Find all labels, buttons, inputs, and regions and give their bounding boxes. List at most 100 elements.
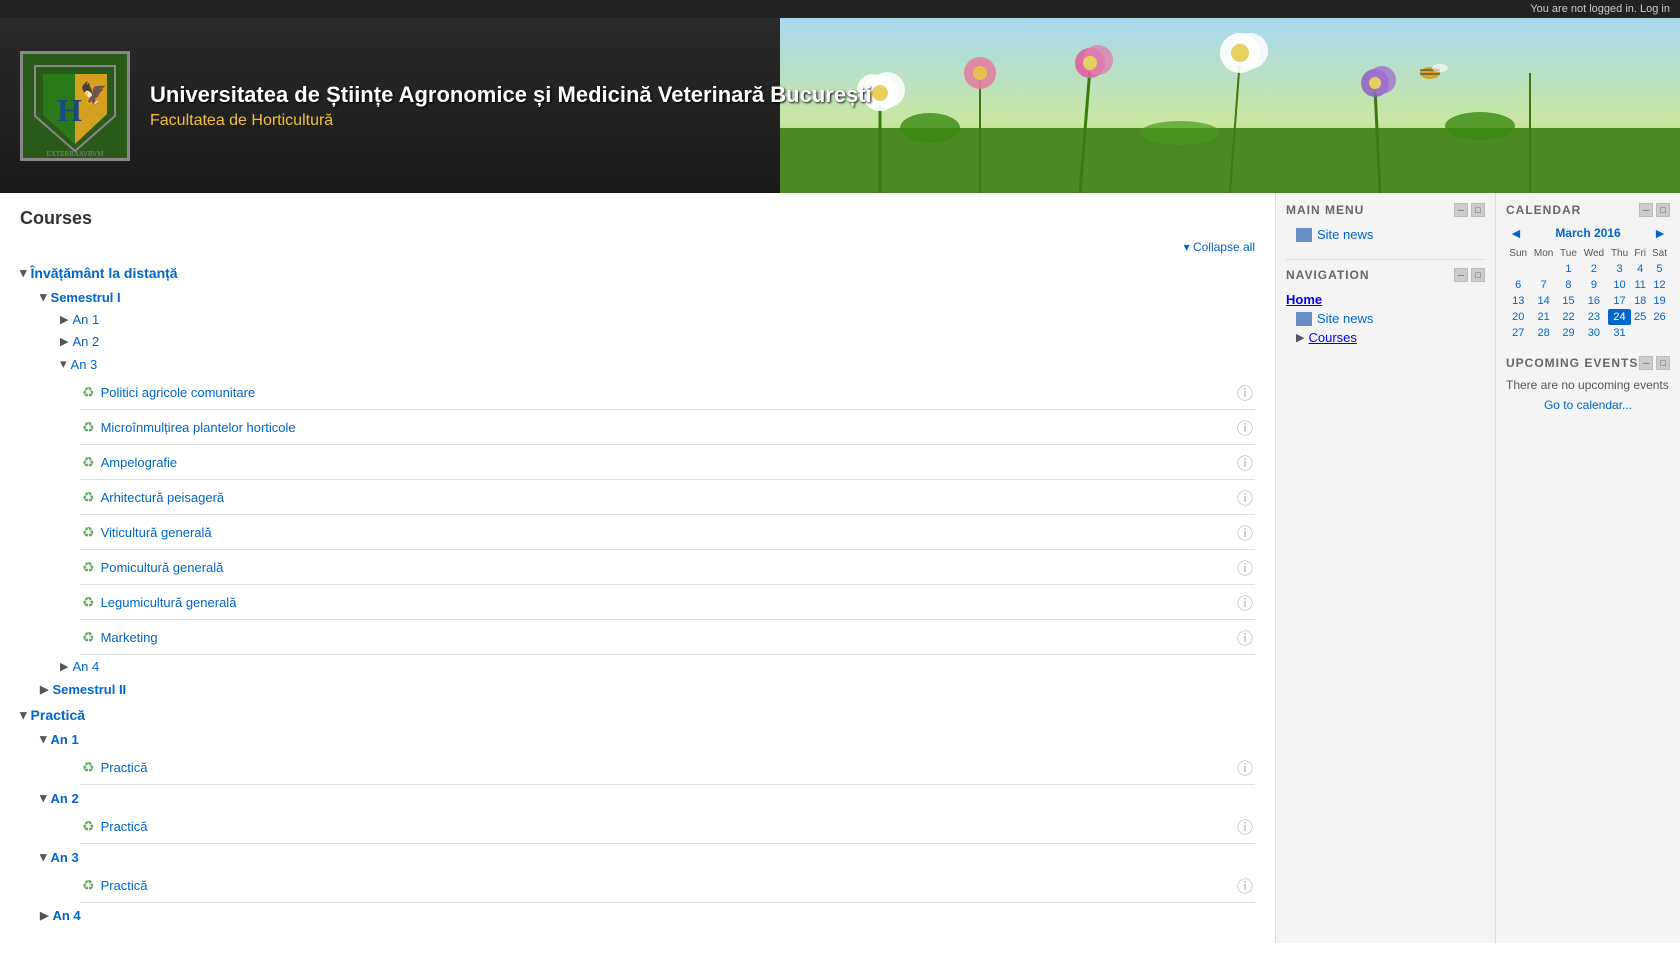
main-menu-site-news-link[interactable]: Site news [1317,227,1373,242]
toggle-practica-an1[interactable] [40,731,47,747]
toggle-sem1[interactable] [40,289,47,305]
course-link-pomicultura[interactable]: Pomicultură generală [101,560,1237,575]
upcoming-minimize-btn[interactable]: ─ [1639,356,1653,370]
practica-an2-link[interactable]: An 2 [51,791,79,806]
course-link-legumicultura[interactable]: Legumicultură generală [101,595,1237,610]
course-link-viticultura[interactable]: Viticultură generală [101,525,1237,540]
tree-item-semestrul1[interactable]: Semestrul I [40,286,1255,308]
toggle-practica-an3[interactable] [40,849,47,865]
cal-day-16[interactable]: 16 [1580,293,1608,309]
cal-day-23[interactable]: 23 [1580,309,1608,325]
toggle-practica-an2[interactable] [40,790,47,806]
course-info-legumicultura[interactable]: ⓘ [1237,590,1253,614]
course-info-practica-an1[interactable]: ⓘ [1237,755,1253,779]
invatamant-link[interactable]: Învățământ la distanță [31,265,178,281]
nav-minimize-btn[interactable]: ─ [1454,268,1468,282]
cal-day-10[interactable]: 10 [1608,277,1632,293]
tree-item-practica-an4[interactable]: An 4 [40,905,1255,926]
go-to-calendar-link[interactable]: Go to calendar... [1506,398,1670,412]
nav-home-link[interactable]: Home [1286,292,1322,307]
upcoming-expand-btn[interactable]: □ [1656,356,1670,370]
sem2-link[interactable]: Semestrul II [52,682,126,697]
main-menu-minimize-btn[interactable]: ─ [1454,203,1468,217]
course-link-politici[interactable]: Politici agricole comunitare [101,385,1237,400]
nav-courses-link[interactable]: Courses [1308,330,1356,345]
toggle-practica-an4[interactable] [40,909,48,922]
course-link-micro[interactable]: Microînmulțirea plantelor horticole [101,420,1237,435]
course-info-marketing[interactable]: ⓘ [1237,625,1253,649]
practica-an4-link[interactable]: An 4 [52,908,80,923]
cal-day-8[interactable]: 8 [1557,277,1580,293]
nav-courses-item[interactable]: Courses [1286,328,1485,347]
toggle-invatamant[interactable] [20,265,27,281]
course-link-practica-an1[interactable]: Practică [101,760,1237,775]
course-info-viticultura[interactable]: ⓘ [1237,520,1253,544]
cal-day-18[interactable]: 18 [1631,293,1649,309]
cal-day-4[interactable]: 4 [1631,261,1649,277]
course-link-practica-an2[interactable]: Practică [101,819,1237,834]
tree-item-practica[interactable]: Practică [20,704,1255,726]
cal-day-2[interactable]: 2 [1580,261,1608,277]
cal-day-12[interactable]: 12 [1649,277,1670,293]
an4-sem1-link[interactable]: An 4 [72,659,99,674]
practica-an1-link[interactable]: An 1 [51,732,79,747]
course-info-micro[interactable]: ⓘ [1237,415,1253,439]
tree-item-practica-an3[interactable]: An 3 [40,846,1255,868]
course-info-politici[interactable]: ⓘ [1237,380,1253,404]
an2-sem1-link[interactable]: An 2 [72,334,99,349]
an3-sem1-link[interactable]: An 3 [71,357,98,372]
cal-day-31[interactable]: 31 [1608,325,1632,341]
tree-item-semestrul2[interactable]: Semestrul II [40,679,1255,700]
toggle-an4-sem1[interactable] [60,660,68,673]
cal-day-1[interactable]: 1 [1557,261,1580,277]
tree-item-practica-an1[interactable]: An 1 [40,728,1255,750]
an1-sem1-link[interactable]: An 1 [72,312,99,327]
course-info-practica-an2[interactable]: ⓘ [1237,814,1253,838]
toggle-an2-sem1[interactable] [60,335,68,348]
toggle-an1-sem1[interactable] [60,313,68,326]
toggle-sem2[interactable] [40,683,48,696]
cal-day-27[interactable]: 27 [1506,325,1530,341]
nav-courses-toggle[interactable] [1296,331,1304,344]
tree-item-an4-sem1[interactable]: An 4 [60,656,1255,677]
calendar-minimize-btn[interactable]: ─ [1639,203,1653,217]
nav-home-item[interactable]: Home [1286,290,1485,309]
sem1-link[interactable]: Semestrul I [51,290,121,305]
cal-day-24[interactable]: 24 [1608,309,1632,325]
main-menu-expand-btn[interactable]: □ [1471,203,1485,217]
nav-site-news-link[interactable]: Site news [1317,311,1373,326]
cal-day-13[interactable]: 13 [1506,293,1530,309]
tree-item-an3-sem1[interactable]: An 3 [60,353,1255,375]
cal-prev-btn[interactable]: ◄ [1506,225,1526,241]
cal-day-17[interactable]: 17 [1608,293,1632,309]
cal-day-5[interactable]: 5 [1649,261,1670,277]
cal-day-14[interactable]: 14 [1530,293,1556,309]
cal-day-7[interactable]: 7 [1530,277,1556,293]
toggle-an3-sem1[interactable] [60,356,67,372]
course-link-ampelo[interactable]: Ampelografie [101,455,1237,470]
tree-item-invatamant[interactable]: Învățământ la distanță [20,262,1255,284]
course-link-marketing[interactable]: Marketing [101,630,1237,645]
cal-day-25[interactable]: 25 [1631,309,1649,325]
cal-day-9[interactable]: 9 [1580,277,1608,293]
cal-day-20[interactable]: 20 [1506,309,1530,325]
course-info-ampelo[interactable]: ⓘ [1237,450,1253,474]
nav-expand-btn[interactable]: □ [1471,268,1485,282]
collapse-all-link[interactable]: ▾ Collapse all [1184,240,1255,254]
cal-day-15[interactable]: 15 [1557,293,1580,309]
cal-day-3[interactable]: 3 [1608,261,1632,277]
course-info-practica-an3[interactable]: ⓘ [1237,873,1253,897]
tree-item-an2-sem1[interactable]: An 2 [60,331,1255,352]
login-link[interactable]: Log in [1640,3,1670,15]
cal-day-30[interactable]: 30 [1580,325,1608,341]
cal-day-6[interactable]: 6 [1506,277,1530,293]
calendar-expand-btn[interactable]: □ [1656,203,1670,217]
practica-an3-link[interactable]: An 3 [51,850,79,865]
tree-item-an1-sem1[interactable]: An 1 [60,309,1255,330]
cal-day-26[interactable]: 26 [1649,309,1670,325]
course-link-practica-an3[interactable]: Practică [101,878,1237,893]
cal-day-28[interactable]: 28 [1530,325,1556,341]
toggle-practica[interactable] [20,707,27,723]
course-info-pomicultura[interactable]: ⓘ [1237,555,1253,579]
tree-item-practica-an2[interactable]: An 2 [40,787,1255,809]
